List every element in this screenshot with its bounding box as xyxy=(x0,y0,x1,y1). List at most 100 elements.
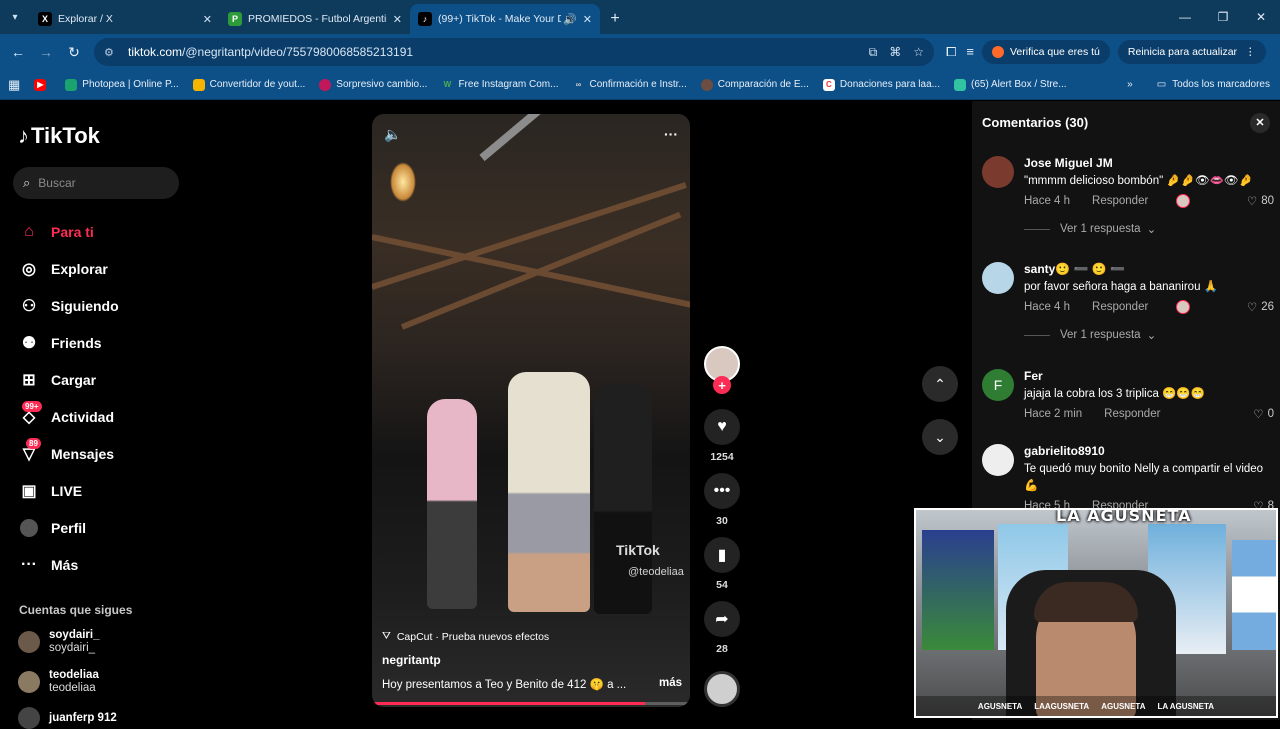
new-tab-button[interactable]: + xyxy=(600,4,630,34)
nav-item-explorar[interactable]: ◎ Explorar xyxy=(18,250,119,287)
close-tab-icon[interactable]: ✕ xyxy=(393,13,402,26)
update-chip[interactable]: Reinicia para actualizar ⋮ xyxy=(1117,40,1266,64)
promiedos-icon: P xyxy=(228,12,242,26)
nav-item-friends[interactable]: ⚉ Friends xyxy=(18,324,119,361)
comment-like-button[interactable]: ♡ 80 xyxy=(1247,194,1274,208)
volume-icon[interactable]: 🔈 xyxy=(384,126,401,143)
reading-list-icon[interactable]: ≡ xyxy=(966,44,974,60)
comment-like-button[interactable]: ♡ 0 xyxy=(1253,407,1274,421)
comments-header: Comentarios (30) ✕ xyxy=(972,101,1280,144)
apps-grid-icon[interactable]: ▦ xyxy=(8,77,20,93)
bookmark-item[interactable]: W Free Instagram Com... xyxy=(441,79,559,91)
bookmark-item[interactable]: (65) Alert Box / Stre... xyxy=(953,78,1067,91)
tiktok-logo[interactable]: ♪ TikTok xyxy=(18,123,100,149)
bookmark-item[interactable]: Sorpresivo cambio... xyxy=(319,78,427,91)
youtube-bookmark-icon[interactable]: ▶ xyxy=(34,78,51,91)
video-player[interactable]: 🔈 ··· TikTok @teodeliaa ⛛ CapCut · Prueba… xyxy=(372,114,690,707)
forward-icon[interactable]: → xyxy=(32,38,60,66)
bookmark-item[interactable]: Photopea | Online P... xyxy=(65,78,179,91)
account-handle: teodeliaa xyxy=(49,682,96,694)
nav-item-mas[interactable]: ··· Más xyxy=(18,546,119,583)
nav-item-para-ti[interactable]: ⌂ Para ti xyxy=(18,213,119,250)
like-action[interactable]: ♥ 1254 xyxy=(702,409,742,463)
nav-label: Explorar xyxy=(51,260,108,277)
all-bookmarks[interactable]: Todos los marcadores xyxy=(1172,79,1270,90)
speaker-icon[interactable]: 🔊 xyxy=(563,13,577,26)
bookmark-star-icon[interactable]: ☆ xyxy=(913,45,924,60)
back-icon[interactable]: ← xyxy=(4,38,32,66)
restore-icon[interactable]: ❐ xyxy=(1204,0,1242,34)
extensions-icon[interactable]: ⧠ xyxy=(946,44,956,60)
avatar[interactable] xyxy=(982,444,1014,476)
donation-icon: C xyxy=(822,78,835,91)
friends-icon: ⚉ xyxy=(21,334,37,352)
tiktok-note-icon: ♪ xyxy=(18,123,29,148)
browser-tab-x[interactable]: X Explorar / X ✕ xyxy=(30,4,220,34)
nav-label: Siguiendo xyxy=(51,297,119,314)
reply-button[interactable]: Responder xyxy=(1104,408,1160,420)
nav-item-live[interactable]: ▣ LIVE xyxy=(18,472,119,509)
url-field[interactable]: ⚙ tiktok.com/@negritantp/video/755798006… xyxy=(94,38,934,66)
install-app-icon[interactable]: ⧉ xyxy=(869,45,878,60)
avatar[interactable] xyxy=(982,156,1014,188)
following-account[interactable]: juanferp 912 xyxy=(18,707,117,729)
tab-list-button[interactable]: ▾ xyxy=(0,0,30,34)
comment-icon[interactable]: ••• xyxy=(704,473,740,509)
video-progress-bar[interactable] xyxy=(372,702,690,705)
comment-user[interactable]: santy🙂 ➖ 🙂 ➖ xyxy=(1024,262,1274,276)
comment-user[interactable]: Jose Miguel JM xyxy=(1024,156,1274,170)
following-account[interactable]: soydairi_ soydairi_ xyxy=(18,629,100,655)
nav-item-perfil[interactable]: Perfil xyxy=(18,509,119,546)
creator-liked-icon xyxy=(1176,194,1191,208)
view-replies-button[interactable]: Ver 1 respuesta ⌄ xyxy=(1024,328,1274,342)
reply-button[interactable]: Responder xyxy=(1092,301,1148,313)
nav-item-siguiendo[interactable]: ⚇ Siguiendo xyxy=(18,287,119,324)
comment-like-button[interactable]: ♡ 26 xyxy=(1247,300,1274,314)
avatar[interactable]: F xyxy=(982,369,1014,401)
avatar[interactable] xyxy=(982,262,1014,294)
comment-user[interactable]: gabrielito8910 xyxy=(1024,444,1274,458)
share-icon[interactable]: ➦ xyxy=(704,601,740,637)
search-input[interactable]: ⌕ Buscar xyxy=(13,167,179,199)
site-info-icon[interactable]: ⚙ xyxy=(104,44,120,60)
bookmark-item[interactable]: Comparación de E... xyxy=(700,78,809,91)
previous-video-button[interactable]: ⌃ xyxy=(922,366,958,402)
view-replies-button[interactable]: Ver 1 respuesta ⌄ xyxy=(1024,222,1274,236)
share-count: 28 xyxy=(716,643,728,655)
video-more-icon[interactable]: ··· xyxy=(664,126,678,143)
more-bookmarks-icon[interactable]: » xyxy=(1127,79,1133,90)
share-action[interactable]: ➦ 28 xyxy=(702,601,742,655)
close-icon[interactable]: ✕ xyxy=(1250,112,1270,133)
window-controls: — ❐ ✕ xyxy=(1166,0,1280,34)
reply-button[interactable]: Responder xyxy=(1092,195,1148,207)
bookmark-item[interactable]: ∞ Confirmación e Instr... xyxy=(572,79,687,91)
nav-item-actividad[interactable]: ◇ 99+ Actividad xyxy=(18,398,119,435)
follow-plus-icon[interactable]: + xyxy=(713,376,731,394)
comment-user[interactable]: Fer xyxy=(1024,369,1274,383)
bookmark-icon[interactable]: ▮ xyxy=(704,537,740,573)
translate-icon[interactable]: ⌘ xyxy=(889,45,901,60)
close-window-icon[interactable]: ✕ xyxy=(1242,0,1280,34)
following-account[interactable]: teodeliaa teodeliaa xyxy=(18,669,99,695)
reload-icon[interactable]: ↻ xyxy=(60,38,88,66)
save-action[interactable]: ▮ 54 xyxy=(702,537,742,591)
bookmark-item[interactable]: Convertidor de yout... xyxy=(192,78,305,91)
verify-chip[interactable]: Verifica que eres tú xyxy=(982,40,1110,64)
effect-tag[interactable]: ⛛ CapCut · Prueba nuevos efectos xyxy=(382,630,682,643)
nav-item-mensajes[interactable]: ▽ 89 Mensajes xyxy=(18,435,119,472)
nav-item-cargar[interactable]: ⊞ Cargar xyxy=(18,361,119,398)
menu-dots-icon[interactable]: ⋮ xyxy=(1245,46,1256,58)
browser-tab-promiedos[interactable]: P PROMIEDOS - Futbol Argentino ✕ xyxy=(220,4,410,34)
minimize-icon[interactable]: — xyxy=(1166,0,1204,34)
music-disc-avatar[interactable] xyxy=(704,671,740,707)
video-author[interactable]: negritantp xyxy=(382,653,682,667)
next-video-button[interactable]: ⌄ xyxy=(922,419,958,455)
more-link[interactable]: más xyxy=(659,677,682,691)
browser-tab-tiktok[interactable]: ♪ (99+) TikTok - Make Your Day 🔊 ✕ xyxy=(410,4,600,34)
social-handles-bar: AGUSNETA LAAGUSNETA AGUSNETA LA AGUSNETA xyxy=(916,696,1276,716)
comment-action[interactable]: ••• 30 xyxy=(702,473,742,527)
close-tab-icon[interactable]: ✕ xyxy=(583,13,592,26)
bookmark-item[interactable]: C Donaciones para laa... xyxy=(822,78,940,91)
close-tab-icon[interactable]: ✕ xyxy=(203,13,212,26)
heart-icon[interactable]: ♥ xyxy=(704,409,740,445)
